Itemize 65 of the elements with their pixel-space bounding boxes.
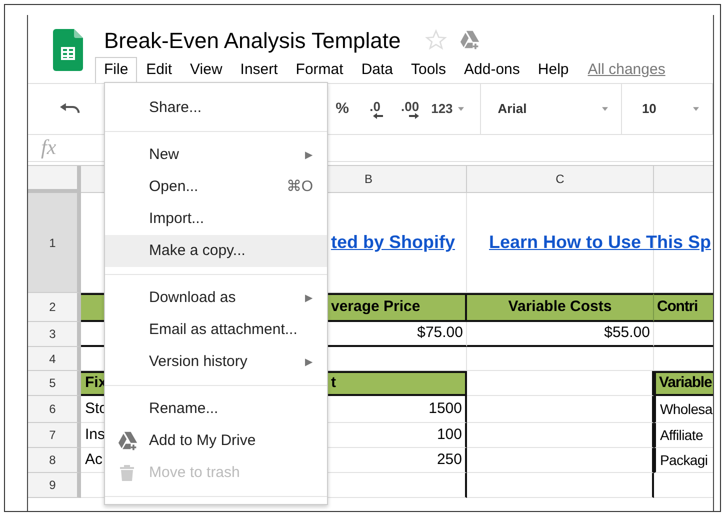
submenu-arrow-icon: ▶ xyxy=(305,148,313,162)
menu-bar-item[interactable]: Edit xyxy=(137,57,182,83)
submenu-arrow-icon: ▶ xyxy=(305,354,313,370)
font-dropdown[interactable]: Arial xyxy=(498,99,608,119)
caret-icon xyxy=(458,107,464,111)
table-cell-text: 100 xyxy=(436,424,462,445)
row-header[interactable]: 9 xyxy=(28,473,81,498)
table-cell-text: Packagi xyxy=(660,450,708,470)
header-cell: Variable Costs xyxy=(467,293,654,322)
menu-bar-item[interactable]: File xyxy=(95,57,138,83)
arrow-left-icon xyxy=(373,112,384,118)
table-cell-text: $75.00 xyxy=(417,323,463,344)
row-header[interactable]: 6 xyxy=(28,396,81,423)
menu-item[interactable]: Add to My Drive xyxy=(105,425,327,457)
column-header[interactable]: B xyxy=(364,170,372,188)
decrease-decimals-button[interactable]: .0 xyxy=(367,100,384,118)
table-cell-text: Ac xyxy=(85,450,103,470)
caret-icon xyxy=(602,107,608,111)
menu-item[interactable]: Import... xyxy=(105,203,327,235)
number-format-dropdown[interactable]: 123 xyxy=(431,99,464,119)
submenu-arrow-icon: ▶ xyxy=(305,290,313,306)
table-cell-text: Wholesa xyxy=(660,400,712,418)
caret-icon xyxy=(693,107,700,111)
sheets-logo-icon xyxy=(53,29,83,71)
table-cell-text: 1500 xyxy=(428,398,462,419)
menu-item[interactable]: Make a copy... xyxy=(105,235,327,267)
table-cell-text: Ins xyxy=(85,424,106,445)
column-header[interactable]: C xyxy=(556,170,564,188)
menu-item[interactable]: Open... ⌘O xyxy=(105,171,327,203)
star-icon[interactable] xyxy=(424,29,447,51)
document-title[interactable]: Break-Even Analysis Template xyxy=(104,24,401,56)
link[interactable]: Learn How to Use This Sp xyxy=(489,229,712,256)
menu-bar-item[interactable]: Add-ons xyxy=(455,57,529,83)
menu-bar-item[interactable]: Help xyxy=(528,57,578,83)
menu-item[interactable]: New ▶ xyxy=(105,139,327,171)
save-status-link[interactable]: All changes xyxy=(588,57,666,83)
row-header[interactable]: 2 xyxy=(28,293,81,322)
row-header[interactable]: 7 xyxy=(28,423,81,448)
table-cell-text: Affiliate xyxy=(660,426,703,444)
header-cell: Variable xyxy=(654,371,713,396)
drive-add-icon xyxy=(117,431,139,451)
formula-label: fx xyxy=(41,134,56,162)
menu-bar-item[interactable]: Tools xyxy=(402,57,456,83)
increase-decimals-button[interactable]: .00 xyxy=(401,100,420,118)
undo-icon[interactable] xyxy=(60,103,80,115)
menu-item[interactable]: Rename... xyxy=(105,393,327,425)
table-cell-text: $55.00 xyxy=(604,323,650,344)
row-header[interactable]: 8 xyxy=(28,448,81,473)
menu-bar-item[interactable]: View xyxy=(181,57,232,83)
trash-icon xyxy=(120,465,134,481)
link[interactable]: ted by Shopify xyxy=(330,229,455,256)
menu-bar-item[interactable]: Data xyxy=(352,57,402,83)
percent-button[interactable]: % xyxy=(336,98,350,120)
row-header[interactable]: 3 xyxy=(28,322,81,347)
arrow-right-icon xyxy=(409,112,420,118)
table-cell-text: 250 xyxy=(436,450,462,470)
row-header[interactable]: 5 xyxy=(28,371,81,396)
row-header[interactable]: 4 xyxy=(28,347,81,371)
header-cell: Contri xyxy=(654,293,713,322)
font-size-dropdown[interactable]: 10 xyxy=(642,99,700,119)
menu-bar-item[interactable]: Insert xyxy=(231,57,287,83)
menu-item[interactable]: Share... xyxy=(105,92,327,124)
row-header[interactable]: 1 xyxy=(28,193,81,293)
drive-add-icon xyxy=(458,30,481,50)
menu-bar-item[interactable]: Format xyxy=(286,57,352,83)
